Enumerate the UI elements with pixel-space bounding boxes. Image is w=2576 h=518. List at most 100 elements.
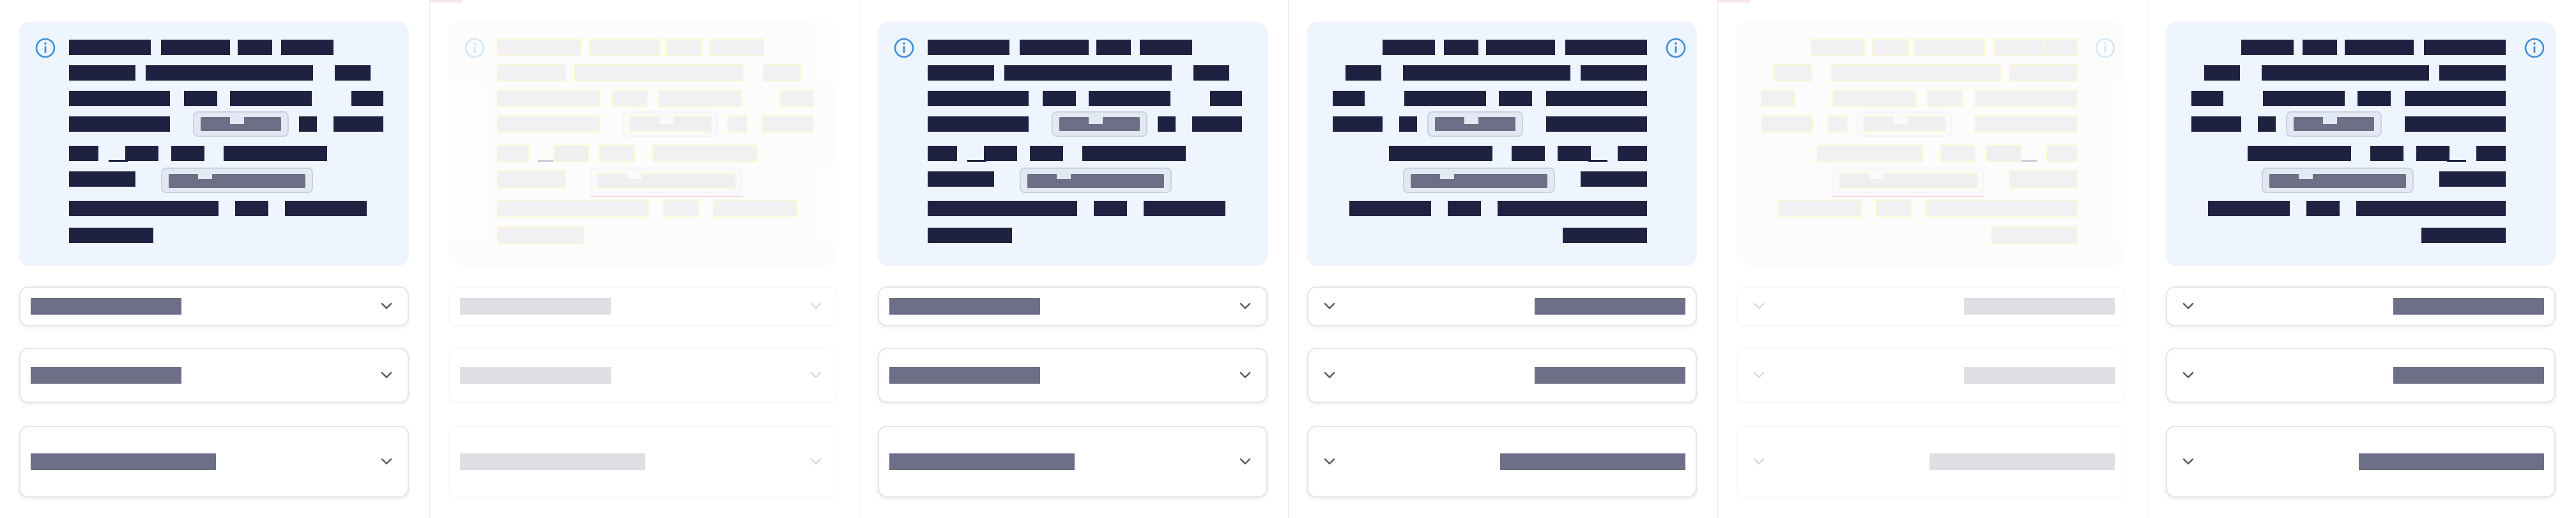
redacted-text <box>1812 40 1864 55</box>
redacted-text <box>1096 40 1131 55</box>
dropdown-select-3[interactable] <box>1307 426 1697 498</box>
dropdown-selected-value <box>889 453 1075 470</box>
chevron-down-icon[interactable] <box>1749 452 1768 471</box>
redacted-text <box>1333 116 1383 132</box>
redacted-text <box>928 171 994 187</box>
chip-notch <box>1440 171 1454 179</box>
chevron-down-icon[interactable] <box>806 452 825 471</box>
info-card <box>1307 22 1697 266</box>
redacted-text <box>1193 65 1229 81</box>
dropdown-selected-value <box>1964 298 2115 315</box>
dropdown-select-1[interactable] <box>878 286 1268 326</box>
chevron-down-icon[interactable] <box>1320 366 1339 385</box>
redacted-text <box>960 40 1009 55</box>
chevron-down-icon[interactable] <box>1320 297 1339 316</box>
redacted-text <box>2262 65 2429 81</box>
redacted-text <box>1546 116 1647 132</box>
inline-chip <box>1403 168 1555 193</box>
dropdown-select-1[interactable] <box>1307 286 1697 326</box>
redacted-text <box>613 91 647 106</box>
redacted-text <box>1992 228 2076 243</box>
chevron-down-icon[interactable] <box>2179 366 2198 385</box>
redacted-text <box>2421 228 2506 243</box>
redacted-text <box>728 116 746 132</box>
redacted-text <box>653 146 756 161</box>
redacted-text <box>1030 146 1063 161</box>
dropdown-selected-value <box>2393 367 2544 384</box>
redacted-text <box>299 116 317 132</box>
redacted-text <box>928 201 1077 216</box>
redacted-text <box>1995 40 2044 55</box>
redacted-text <box>1558 146 1591 161</box>
redacted-text <box>555 146 588 161</box>
chevron-down-icon[interactable] <box>2179 452 2198 471</box>
redacted-text <box>710 40 763 55</box>
chevron-down-icon[interactable] <box>1320 452 1339 471</box>
dropdown-selected-value <box>1964 367 2115 384</box>
redacted-text <box>1834 91 1915 106</box>
redacted-text <box>2476 146 2506 161</box>
chevron-down-icon[interactable] <box>377 452 396 471</box>
redacted-text <box>1915 40 1984 55</box>
dropdown-selected-value <box>31 367 181 384</box>
dropdown-select-1[interactable] <box>19 286 409 326</box>
dropdown-select-2[interactable] <box>448 348 838 403</box>
chevron-down-icon[interactable] <box>377 366 396 385</box>
dropdown-select-2[interactable] <box>878 348 1268 403</box>
redacted-text <box>1873 40 1908 55</box>
dropdown-select-3[interactable] <box>1736 426 2126 498</box>
chevron-down-icon[interactable] <box>1749 366 1768 385</box>
dropdown-select-3[interactable] <box>878 426 1268 498</box>
redacted-text <box>1498 201 1647 216</box>
redacted-text <box>714 201 796 216</box>
info-card <box>448 22 838 266</box>
dropdown-select-1[interactable] <box>1736 286 2126 326</box>
chevron-down-icon[interactable] <box>2179 297 2198 316</box>
chevron-down-icon[interactable] <box>1749 297 1768 316</box>
redacted-text <box>2191 116 2241 132</box>
redacted-text <box>69 65 135 81</box>
chevron-down-icon[interactable] <box>377 297 396 316</box>
chevron-down-icon[interactable] <box>1236 452 1255 471</box>
preview-panel <box>1717 0 2147 518</box>
redacted-text <box>1877 201 1910 216</box>
dropdown-select-2[interactable] <box>1307 348 1697 403</box>
redacted-text <box>1210 91 1242 106</box>
dropdown-selected-value <box>2359 453 2544 470</box>
redacted-text <box>1403 65 1570 81</box>
preview-panel <box>0 0 429 518</box>
redacted-text <box>1618 146 1647 161</box>
dropdown-select-1[interactable] <box>448 286 838 326</box>
redacted-text <box>575 65 742 81</box>
redacted-chip-text <box>598 174 735 188</box>
dropdown-selected-value <box>31 453 216 470</box>
inline-chip <box>1832 168 1984 193</box>
dropdown-select-3[interactable] <box>2166 426 2556 498</box>
dropdown-select-2[interactable] <box>2166 348 2556 403</box>
redacted-text <box>928 40 961 55</box>
chevron-down-icon[interactable] <box>1236 297 1255 316</box>
dropdown-selected-value <box>1535 367 1685 384</box>
redacted-text <box>1828 116 1846 132</box>
dropdown-select-1[interactable] <box>2166 286 2556 326</box>
redacted-text <box>984 146 1017 161</box>
dropdown-select-3[interactable] <box>448 426 838 498</box>
info-card <box>19 22 409 266</box>
redacted-text <box>69 201 218 216</box>
chip-notch <box>627 171 641 179</box>
redacted-text <box>1140 40 1192 55</box>
chevron-down-icon[interactable] <box>1236 366 1255 385</box>
chevron-down-icon[interactable] <box>806 366 825 385</box>
redacted-text <box>69 171 135 187</box>
dropdown-select-2[interactable] <box>19 348 409 403</box>
panel-divider <box>1288 0 1289 518</box>
redacted-text <box>69 228 153 243</box>
preview-panel <box>2147 0 2576 518</box>
redacted-text <box>764 65 800 81</box>
redacted-text <box>281 40 334 55</box>
chevron-down-icon[interactable] <box>806 297 825 316</box>
preview-panel <box>859 0 1288 518</box>
redacted-text <box>1383 40 1435 55</box>
dropdown-select-2[interactable] <box>1736 348 2126 403</box>
dropdown-select-3[interactable] <box>19 426 409 498</box>
